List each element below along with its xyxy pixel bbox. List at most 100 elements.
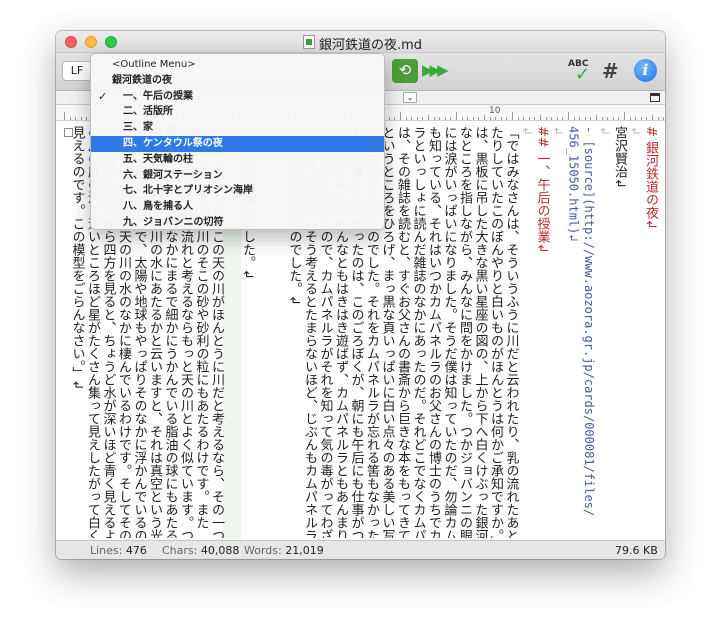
ruler-tick (450, 117, 452, 120)
ruler-tick (439, 117, 441, 120)
close-window-button[interactable] (65, 36, 77, 48)
title-bar: 銀河鉄道の夜.md (56, 31, 665, 53)
outline-item-label: 一、午后の授業 (123, 90, 193, 102)
text-line: ↲ (520, 126, 534, 137)
ruler-tick (528, 117, 530, 120)
text-line: も知っている、それはいつかカムパネルラのお父さんの博士のうちでカムパネル (426, 126, 441, 538)
play-icon[interactable]: ▶▶▶ (422, 59, 449, 83)
outline-menu-header: <Outline Menu> (112, 59, 196, 70)
ruler-tick (652, 115, 653, 120)
ruler-tick (86, 117, 88, 120)
ruler-tick (657, 117, 659, 120)
ruler-tick (472, 117, 474, 120)
text-line: 見えるのです。この模型をごらんなさい。」↲ (69, 126, 85, 391)
ruler-tick (478, 117, 480, 120)
text-line: 「ではみなさんは、そういうふうに川だと云われたり、乳の流れたあとだと云われ (503, 126, 519, 538)
spellcheck-icon[interactable]: ABC ✓ (568, 59, 596, 85)
outline-menu[interactable]: <Outline Menu> 銀河鉄道の夜 ✓ 一、午后の授業 二、活版所三、家四、ケ… (90, 53, 385, 230)
text-line: ## 一、午后の授業↲ (534, 126, 550, 254)
ruler-tick (601, 117, 603, 120)
ruler-tick (534, 117, 536, 120)
ruler-tick (506, 117, 508, 120)
checkmark-icon: ✓ (98, 89, 108, 103)
ruler-tick (388, 117, 390, 120)
ruler-tick (484, 115, 485, 120)
ruler-tick (618, 117, 620, 120)
chars-count: Chars: 40,088 (162, 544, 240, 557)
ruler-tick (545, 117, 547, 120)
ruler-tick (556, 117, 558, 120)
text-line: たりしていたこのぼんやりと白いものがほんとうは何かご承知ですか。」先生 (488, 126, 503, 538)
ruler-tick (467, 117, 469, 120)
ruler-tick (456, 112, 457, 120)
text-line: は、黒板に吊した大きな黒い星座の図の、上から下へ白くけぶった銀河帯のよう (472, 126, 488, 538)
ruler-tick (405, 117, 407, 120)
text-line: ↲ (597, 126, 612, 137)
outline-item-label: 二、活版所 (123, 106, 173, 118)
text-line: 宮沢賢治↲ (612, 126, 627, 189)
line-ending-popup[interactable]: LF (62, 61, 92, 81)
ruler-tick (500, 117, 502, 120)
zoom-window-button[interactable] (105, 36, 117, 48)
text-line: ↲ (628, 126, 643, 137)
ruler-tick (663, 117, 665, 120)
spellcheck-check-icon: ✓ (575, 64, 591, 85)
ruler-tick (584, 117, 586, 120)
ruler-tick (640, 117, 642, 120)
outline-item-label: 五、天気輪の柱 (123, 153, 193, 165)
outline-item-label: 四、ケンタウル祭の夜 (123, 137, 223, 149)
outline-item-label: 三、家 (123, 122, 153, 134)
ruler-tick (568, 112, 569, 120)
text-line: は、その雑誌を読むと、すぐお父さんの書斎から巨きな本をもってきて、ぎんが (395, 126, 410, 538)
outline-item-label: 銀河鉄道の夜 (112, 74, 172, 86)
outline-item[interactable]: ✓ 一、午后の授業 (91, 89, 384, 105)
ruler-tick (629, 117, 631, 120)
ruler-tick (523, 117, 525, 120)
ruler-tick (428, 115, 429, 120)
ruler-tick (612, 117, 614, 120)
split-pane-button[interactable] (650, 93, 660, 102)
ruler-tick (562, 117, 564, 120)
text-line: - [source](http://www.aozora.gr.jp/cards… (582, 126, 596, 517)
ruler-tick (400, 112, 401, 120)
window-title: 銀河鉄道の夜.md (319, 38, 423, 53)
text-line: ラといっしょに読んだ雑誌のなかにあったのだ。それどこでなくカムパネルラ (410, 126, 426, 538)
text-line: には涙がいっぱいになりました。そうだ僕は知っていたのだ、勿論カムパネルラ (441, 126, 457, 538)
outline-item[interactable]: 四、ケンタウル祭の夜 (91, 135, 384, 152)
lines-count: Lines: 476 (90, 544, 147, 557)
file-size: 79.6 KB (615, 544, 658, 557)
hashtag-pencil-icon[interactable]: # (602, 59, 628, 83)
text-line: ↲ (551, 126, 565, 137)
outline-item[interactable]: 五、天気輪の柱 (91, 152, 384, 168)
document-icon (303, 35, 315, 49)
ruler-tick (444, 117, 446, 120)
ruler-label: 10 (489, 106, 501, 116)
outline-item[interactable]: 六、銀河ステーション (91, 168, 384, 184)
ruler-tick (551, 117, 553, 120)
ruler-tick (624, 112, 625, 120)
ruler-tick (64, 112, 65, 120)
ruler-tick (411, 117, 413, 120)
outline-item[interactable]: 九、ジョバンニの切符 (91, 215, 384, 231)
text-line: 456_15050.html)↲ (566, 126, 581, 242)
outline-item[interactable]: 八、鳥を捕る人 (91, 199, 384, 215)
ruler-tick (573, 117, 575, 120)
outline-item[interactable]: 三、家 (91, 120, 384, 136)
outline-item-label: 八、鳥を捕る人 (123, 201, 193, 213)
ruler-tick (517, 117, 519, 120)
ruler-tick (433, 117, 435, 120)
chevron-down-icon[interactable]: ⌄ (403, 92, 417, 103)
refresh-icon[interactable]: ⟲ (392, 59, 418, 83)
minimize-window-button[interactable] (85, 36, 97, 48)
ruler-tick (489, 117, 491, 120)
ruler-tick (512, 112, 513, 120)
ruler-tick (579, 117, 581, 120)
status-bar: Lines: 476 Chars: 40,088 Words: 21,019 7… (56, 540, 665, 559)
ruler-tick (75, 117, 77, 120)
outline-item[interactable]: 銀河鉄道の夜 (91, 73, 384, 89)
outline-item[interactable]: 二、活版所 (91, 104, 384, 120)
ruler-tick (646, 117, 648, 120)
outline-item[interactable]: 七、北十字とプリオシン海岸 (91, 183, 384, 199)
info-icon[interactable]: i (634, 59, 657, 82)
ruler-tick (416, 117, 418, 120)
